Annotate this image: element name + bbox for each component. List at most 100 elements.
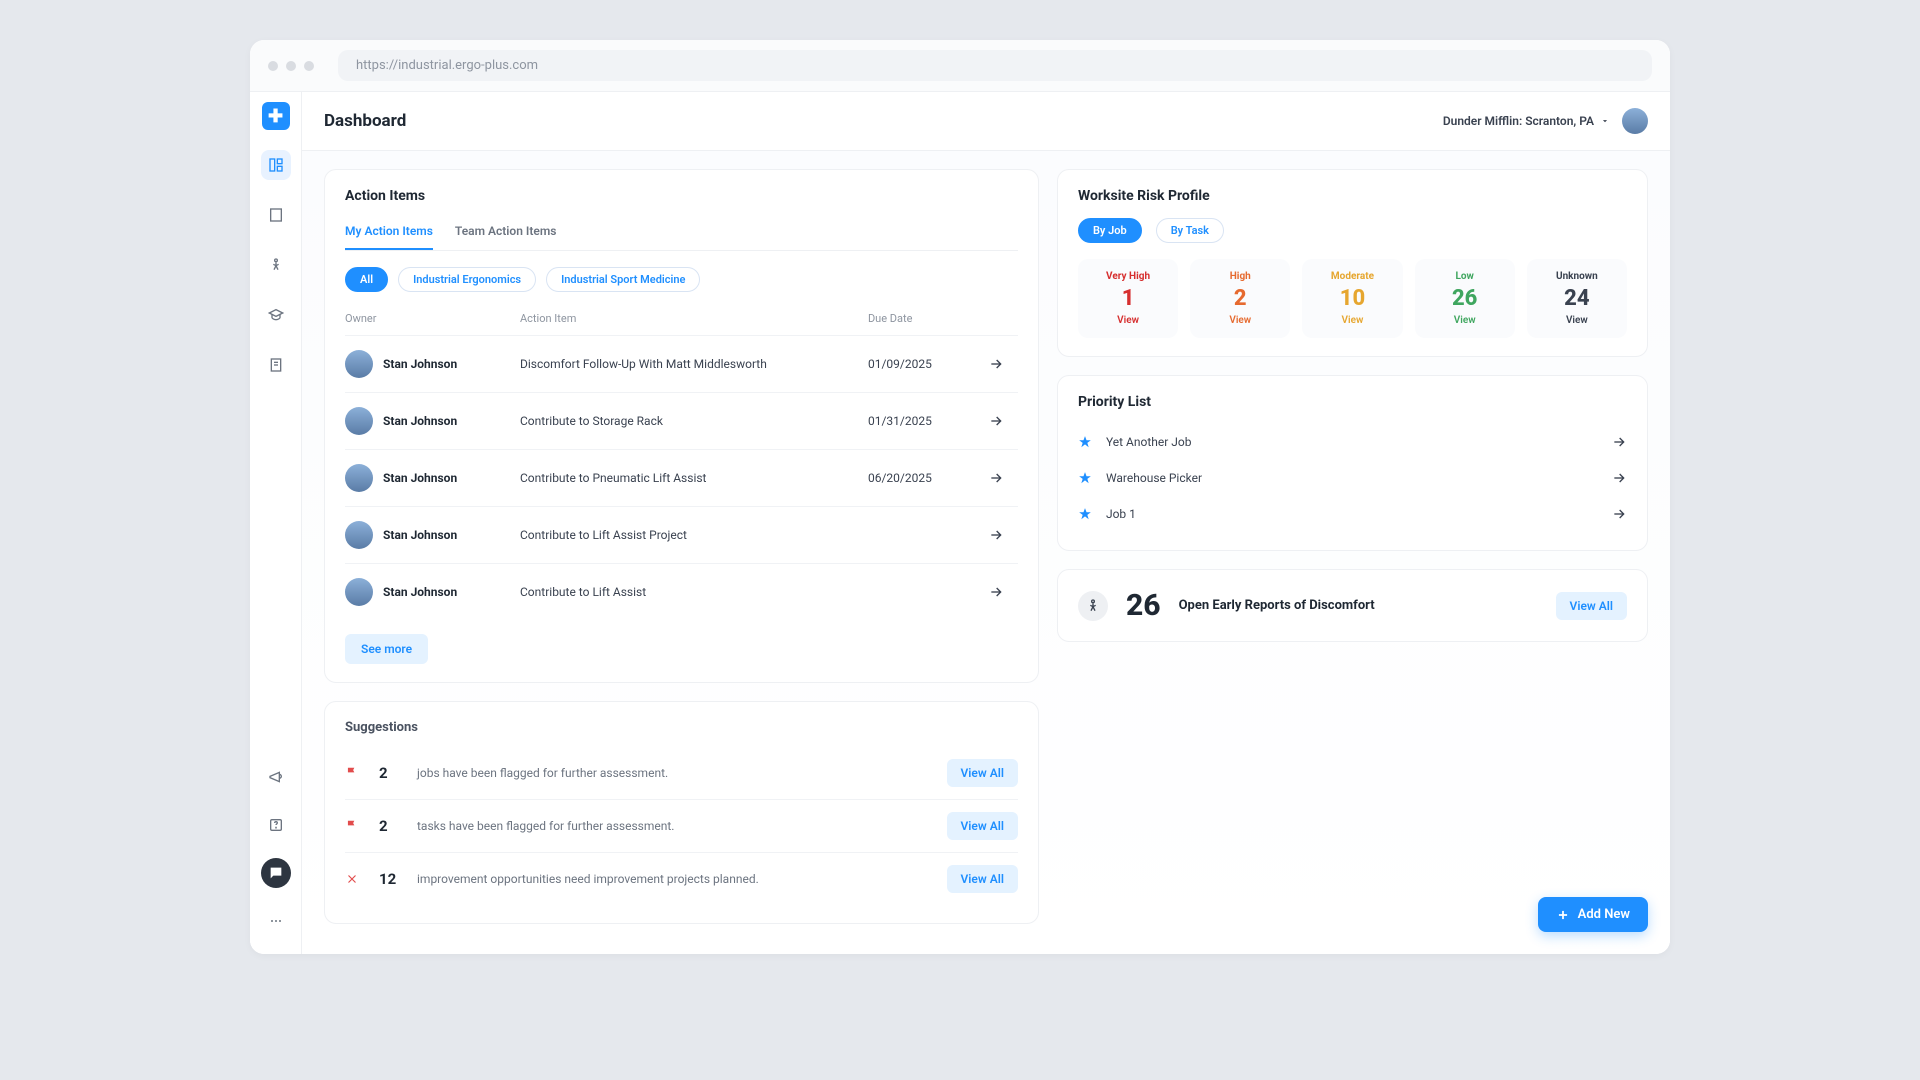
discomfort-view-all[interactable]: View All bbox=[1556, 592, 1627, 620]
suggestion-view-all[interactable]: View All bbox=[947, 812, 1018, 840]
nav-education[interactable] bbox=[261, 300, 291, 330]
row-open[interactable] bbox=[988, 413, 1018, 429]
nav-dashboard[interactable] bbox=[261, 150, 291, 180]
row-item: Contribute to Lift Assist bbox=[520, 585, 868, 599]
action-row[interactable]: Stan Johnson Discomfort Follow-Up With M… bbox=[345, 335, 1018, 392]
action-row[interactable]: Stan Johnson Contribute to Lift Assist P… bbox=[345, 506, 1018, 563]
nav-reports[interactable] bbox=[261, 350, 291, 380]
action-row[interactable]: Stan Johnson Contribute to Storage Rack … bbox=[345, 392, 1018, 449]
risk-view-link[interactable]: View bbox=[1084, 315, 1172, 326]
nav-more[interactable] bbox=[261, 906, 291, 936]
tab-by-task[interactable]: By Task bbox=[1156, 218, 1224, 243]
tools-icon bbox=[345, 872, 359, 886]
risk-view-link[interactable]: View bbox=[1421, 315, 1509, 326]
flag-icon bbox=[345, 766, 359, 780]
priority-label: Warehouse Picker bbox=[1106, 471, 1597, 485]
action-filters: All Industrial Ergonomics Industrial Spo… bbox=[345, 267, 1018, 292]
owner-avatar bbox=[345, 464, 373, 492]
nav-announcements[interactable] bbox=[261, 762, 291, 792]
filter-ergonomics[interactable]: Industrial Ergonomics bbox=[398, 267, 536, 292]
priority-item[interactable]: Warehouse Picker bbox=[1078, 460, 1627, 496]
see-more-button[interactable]: See more bbox=[345, 634, 428, 664]
topbar: Dashboard Dunder Mifflin: Scranton, PA bbox=[302, 92, 1670, 151]
action-table-header: Owner Action Item Due Date bbox=[345, 306, 1018, 335]
row-open[interactable] bbox=[988, 584, 1018, 600]
nav-buildings[interactable] bbox=[261, 200, 291, 230]
action-row[interactable]: Stan Johnson Contribute to Lift Assist bbox=[345, 563, 1018, 620]
nav-help[interactable] bbox=[261, 810, 291, 840]
maximize-window-dot[interactable] bbox=[304, 61, 314, 71]
document-icon bbox=[268, 357, 284, 373]
row-open[interactable] bbox=[988, 470, 1018, 486]
page-title: Dashboard bbox=[324, 111, 406, 131]
risk-value: 26 bbox=[1421, 286, 1509, 311]
suggestions-title: Suggestions bbox=[345, 720, 1018, 735]
window-controls bbox=[268, 61, 314, 71]
priority-open[interactable] bbox=[1611, 434, 1627, 450]
owner-avatar bbox=[345, 407, 373, 435]
filter-sport-medicine[interactable]: Industrial Sport Medicine bbox=[546, 267, 700, 292]
row-due: 01/09/2025 bbox=[868, 357, 988, 371]
discomfort-label: Open Early Reports of Discomfort bbox=[1179, 598, 1538, 613]
suggestion-row: 2 jobs have been flagged for further ass… bbox=[345, 747, 1018, 800]
row-open[interactable] bbox=[988, 356, 1018, 372]
user-avatar[interactable] bbox=[1622, 108, 1648, 134]
row-due: 06/20/2025 bbox=[868, 471, 988, 485]
row-owner: Stan Johnson bbox=[345, 521, 520, 549]
location-selector[interactable]: Dunder Mifflin: Scranton, PA bbox=[1443, 114, 1610, 128]
sidebar: ✚ bbox=[250, 92, 302, 954]
arrow-right-icon bbox=[988, 356, 1004, 372]
risk-view-link[interactable]: View bbox=[1308, 315, 1396, 326]
priority-open[interactable] bbox=[1611, 470, 1627, 486]
risk-label: Very High bbox=[1084, 271, 1172, 282]
app-logo[interactable]: ✚ bbox=[262, 102, 290, 130]
browser-frame: https://industrial.ergo-plus.com ✚ bbox=[250, 40, 1670, 954]
minimize-window-dot[interactable] bbox=[286, 61, 296, 71]
tab-team-action-items[interactable]: Team Action Items bbox=[455, 218, 557, 250]
add-new-label: Add New bbox=[1578, 907, 1630, 922]
suggestions-card: Suggestions 2 jobs have been flagged for… bbox=[324, 701, 1039, 924]
tab-by-job[interactable]: By Job bbox=[1078, 218, 1142, 243]
suggestion-row: 12 improvement opportunities need improv… bbox=[345, 853, 1018, 905]
person-icon bbox=[268, 257, 284, 273]
close-window-dot[interactable] bbox=[268, 61, 278, 71]
risk-value: 10 bbox=[1308, 286, 1396, 311]
filter-all[interactable]: All bbox=[345, 267, 388, 292]
action-items-tabs: My Action Items Team Action Items bbox=[345, 218, 1018, 251]
owner-avatar bbox=[345, 350, 373, 378]
risk-view-link[interactable]: View bbox=[1196, 315, 1284, 326]
priority-label: Yet Another Job bbox=[1106, 435, 1597, 449]
app: ✚ bbox=[250, 92, 1670, 954]
owner-avatar bbox=[345, 578, 373, 606]
risk-tabs: By Job By Task bbox=[1078, 218, 1627, 243]
plus-icon bbox=[1556, 908, 1570, 922]
row-item: Contribute to Pneumatic Lift Assist bbox=[520, 471, 868, 485]
priority-item[interactable]: Yet Another Job bbox=[1078, 424, 1627, 460]
nav-chat[interactable] bbox=[261, 858, 291, 888]
row-owner: Stan Johnson bbox=[345, 464, 520, 492]
url-bar[interactable]: https://industrial.ergo-plus.com bbox=[338, 50, 1652, 81]
risk-value: 2 bbox=[1196, 286, 1284, 311]
suggestion-view-all[interactable]: View All bbox=[947, 759, 1018, 787]
action-row[interactable]: Stan Johnson Contribute to Pneumatic Lif… bbox=[345, 449, 1018, 506]
tab-my-action-items[interactable]: My Action Items bbox=[345, 218, 433, 250]
row-due: 01/31/2025 bbox=[868, 414, 988, 428]
add-new-button[interactable]: Add New bbox=[1538, 897, 1648, 932]
risk-title: Worksite Risk Profile bbox=[1078, 188, 1627, 204]
col-owner: Owner bbox=[345, 312, 520, 325]
row-open[interactable] bbox=[988, 527, 1018, 543]
person-icon bbox=[1085, 598, 1101, 614]
risk-value: 24 bbox=[1533, 286, 1621, 311]
suggestion-view-all[interactable]: View All bbox=[947, 865, 1018, 893]
priority-open[interactable] bbox=[1611, 506, 1627, 522]
star-icon bbox=[1078, 507, 1092, 521]
nav-ergonomics[interactable] bbox=[261, 250, 291, 280]
priority-item[interactable]: Job 1 bbox=[1078, 496, 1627, 532]
main: Dashboard Dunder Mifflin: Scranton, PA A… bbox=[302, 92, 1670, 954]
risk-profile-card: Worksite Risk Profile By Job By Task Ver… bbox=[1057, 169, 1648, 357]
megaphone-icon bbox=[268, 769, 284, 785]
arrow-right-icon bbox=[1611, 470, 1627, 486]
chevron-down-icon bbox=[1600, 116, 1610, 126]
risk-view-link[interactable]: View bbox=[1533, 315, 1621, 326]
owner-avatar bbox=[345, 521, 373, 549]
